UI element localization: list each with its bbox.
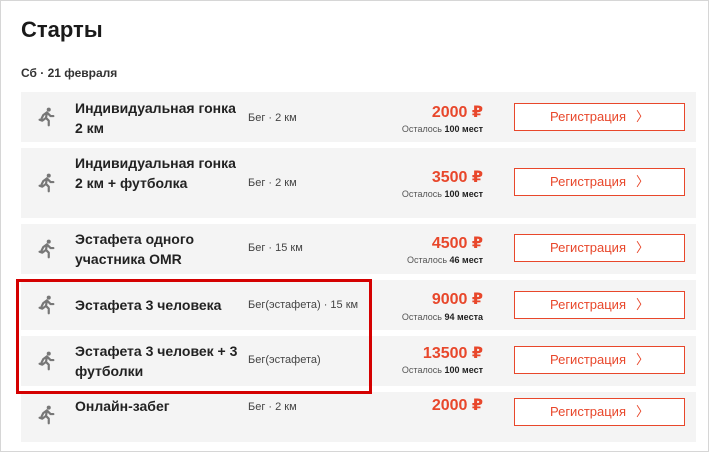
start-row: Индивидуальная гонка 2 км Бег · 2 км 200… xyxy=(21,92,696,142)
start-price: 4500 ₽ xyxy=(431,235,483,252)
register-button[interactable]: Регистрация 〉 xyxy=(514,168,685,196)
places-left: Осталось 100 мест xyxy=(401,124,483,134)
running-person-icon xyxy=(38,173,55,193)
start-price: 9000 ₽ xyxy=(431,291,483,308)
register-button[interactable]: Регистрация 〉 xyxy=(514,103,685,131)
start-type: Бег · 2 км xyxy=(248,112,297,124)
places-left: Осталось 100 мест xyxy=(401,365,483,375)
register-button[interactable]: Регистрация 〉 xyxy=(514,398,685,426)
chevron-right-icon: 〉 xyxy=(635,174,649,189)
start-price: 13500 ₽ xyxy=(422,345,483,362)
running-person-icon xyxy=(38,239,55,259)
places-left: Осталось 94 места xyxy=(401,312,483,322)
register-button[interactable]: Регистрация 〉 xyxy=(514,234,685,262)
start-price: 2000 ₽ xyxy=(431,397,483,414)
chevron-right-icon: 〉 xyxy=(635,297,649,312)
running-person-icon xyxy=(38,405,55,425)
register-button[interactable]: Регистрация 〉 xyxy=(514,346,685,374)
start-row: Индивидуальная гонка 2 км + футболка Бег… xyxy=(21,148,696,218)
chevron-right-icon: 〉 xyxy=(635,240,649,255)
start-type: Бег · 2 км xyxy=(248,401,297,413)
chevron-right-icon: 〉 xyxy=(635,109,649,124)
start-name: Индивидуальная гонка 2 км xyxy=(75,100,236,136)
start-row: Онлайн-забег Бег · 2 км 2000 ₽ Регистрац… xyxy=(21,392,696,442)
start-type: Бег · 2 км xyxy=(248,177,297,189)
page-title: Старты xyxy=(21,17,103,42)
selection-highlight-box xyxy=(16,279,372,394)
start-row: Эстафета одного участника OMR Бег · 15 к… xyxy=(21,224,696,274)
start-name: Эстафета одного участника OMR xyxy=(75,231,195,267)
chevron-right-icon: 〉 xyxy=(635,404,649,419)
register-button[interactable]: Регистрация 〉 xyxy=(514,291,685,319)
places-left: Осталось 46 мест xyxy=(406,255,483,265)
places-left: Осталось 100 мест xyxy=(401,189,483,199)
start-name: Онлайн-забег xyxy=(75,398,170,414)
event-date: Сб · 21 февраля xyxy=(21,66,118,80)
start-price: 3500 ₽ xyxy=(431,169,483,186)
start-price: 2000 ₽ xyxy=(431,104,483,121)
starts-list: Индивидуальная гонка 2 км Бег · 2 км 200… xyxy=(21,92,696,448)
running-person-icon xyxy=(38,107,55,127)
start-type: Бег · 15 км xyxy=(248,242,303,254)
start-name: Индивидуальная гонка 2 км + футболка xyxy=(75,155,236,191)
chevron-right-icon: 〉 xyxy=(635,352,649,367)
